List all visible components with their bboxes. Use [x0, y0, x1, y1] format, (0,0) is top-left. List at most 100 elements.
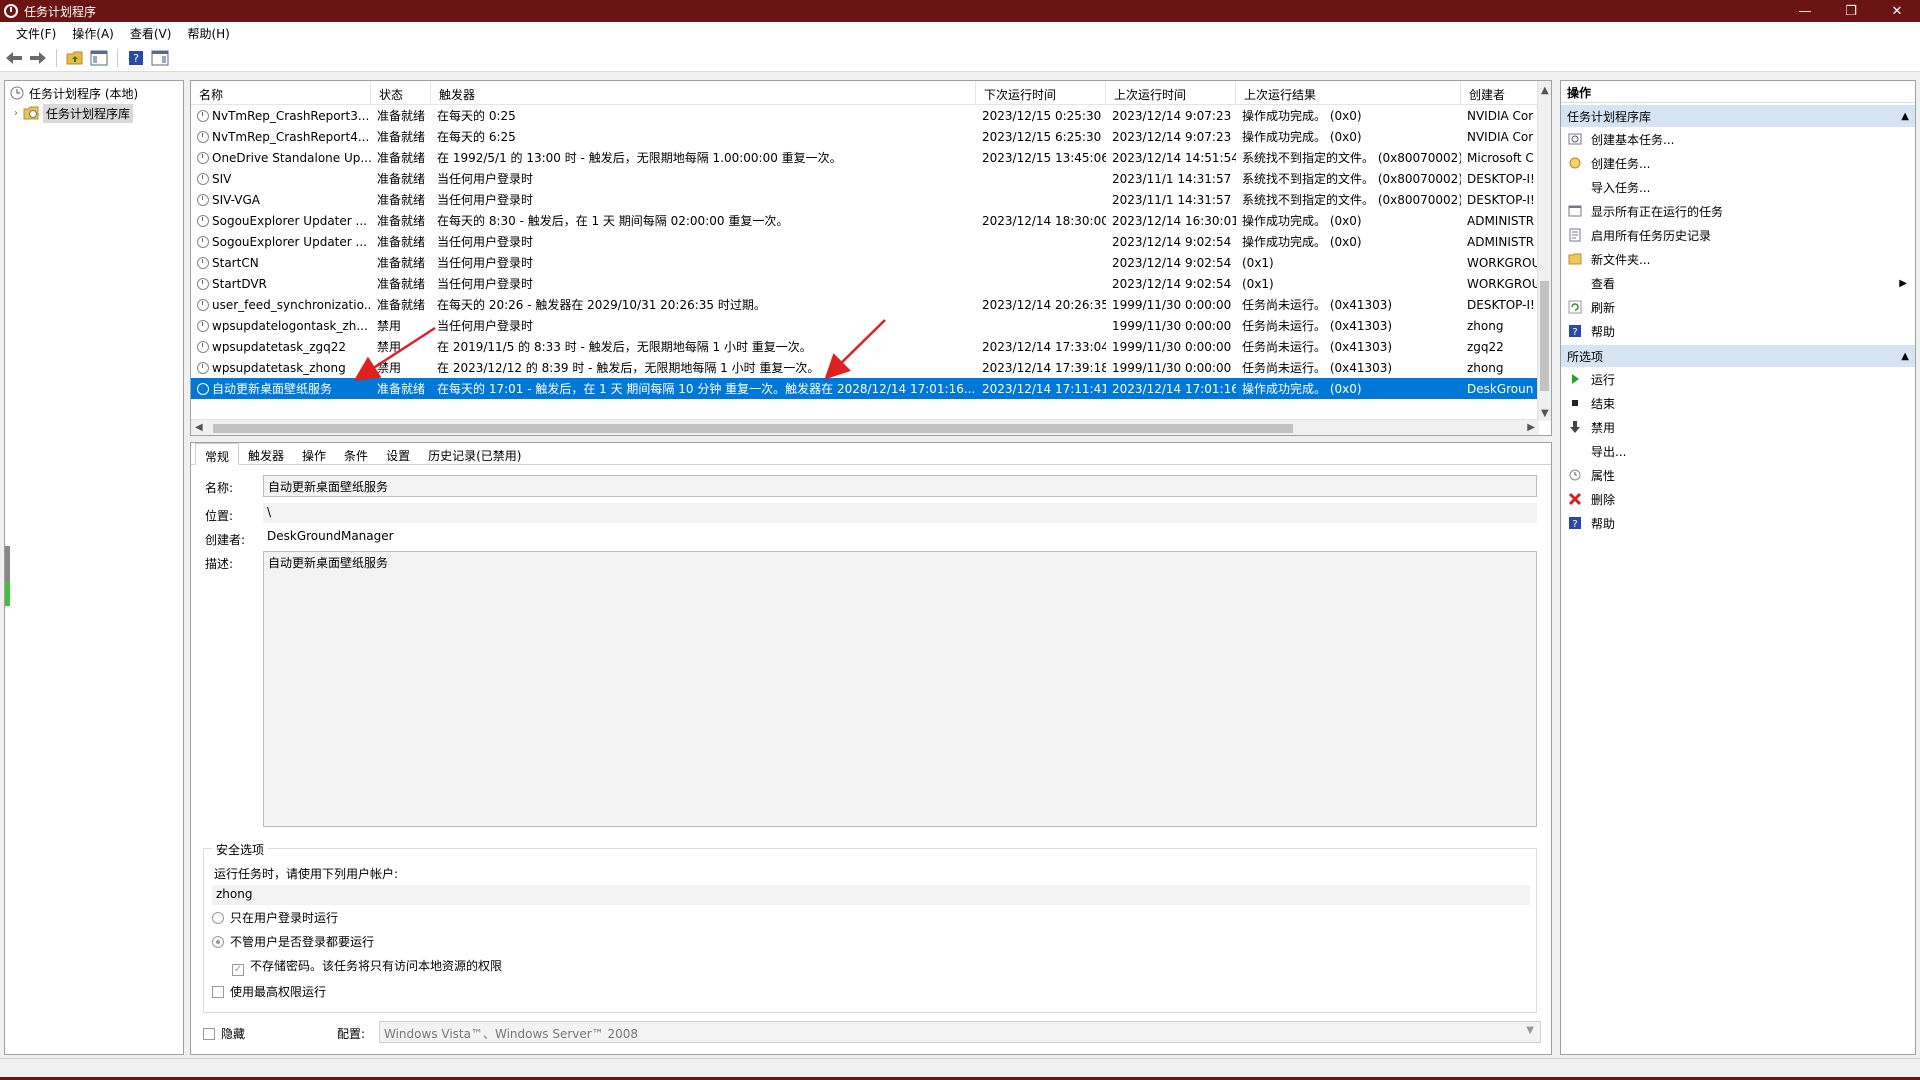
help-icon[interactable]: ? [126, 48, 146, 68]
menu-action[interactable]: 操作(A) [64, 25, 122, 42]
action-section2-5[interactable]: 删除 [1561, 487, 1915, 511]
tab-actions[interactable]: 操作 [293, 443, 335, 464]
option-highest-privileges[interactable]: 使用最高权限运行 [212, 983, 326, 1000]
option-hidden[interactable]: 隐藏 [203, 1025, 245, 1042]
table-row[interactable]: StartDVR 准备就绪 当任何用户登录时 2023/12/14 9:02:54 (0… [191, 273, 1551, 294]
column-header-status[interactable]: 状态 [371, 81, 431, 104]
action-section1-7[interactable]: 刷新 [1561, 295, 1915, 319]
show-hide-action-pane-icon[interactable] [150, 48, 170, 68]
detail-tabs: 常规 触发器 操作 条件 设置 历史记录(已禁用) [191, 443, 1551, 465]
scrollbar-thumb[interactable] [213, 424, 1293, 433]
checkbox-icon[interactable] [212, 986, 224, 998]
disable-icon [1567, 419, 1583, 435]
task-name: wpsupdatelogontask_zh... [212, 318, 368, 333]
collapse-up-icon[interactable]: ▲ [1901, 111, 1909, 122]
action-section1-2[interactable]: 导入任务... [1561, 175, 1915, 199]
action-section1-3[interactable]: 显示所有正在运行的任务 [1561, 199, 1915, 223]
action-section1-0[interactable]: 创建基本任务... [1561, 127, 1915, 151]
cell-result: 任务尚未运行。 (0x41303) [1242, 340, 1393, 354]
action-section2-1[interactable]: 结束 [1561, 391, 1915, 415]
menu-view[interactable]: 查看(V) [122, 25, 180, 42]
horizontal-scrollbar[interactable]: ◀ ▶ [191, 419, 1539, 435]
action-section2-2[interactable]: 禁用 [1561, 415, 1915, 439]
description-field[interactable]: 自动更新桌面壁纸服务 [263, 551, 1537, 827]
scroll-right-icon[interactable]: ▶ [1527, 422, 1535, 433]
table-row[interactable]: wpsupdatelogontask_zh... 禁用 当任何用户登录时 1999/1… [191, 315, 1551, 336]
cell-result: 操作成功完成。 (0x0) [1242, 235, 1362, 249]
column-header-last-result[interactable]: 上次运行结果 [1236, 81, 1461, 104]
table-row[interactable]: SogouExplorer Updater ... 准备就绪 当任何用户登录时 202… [191, 231, 1551, 252]
up-folder-icon[interactable] [65, 48, 85, 68]
tab-triggers[interactable]: 触发器 [239, 443, 293, 464]
forward-arrow-icon[interactable] [28, 48, 48, 68]
tab-history[interactable]: 历史记录(已禁用) [419, 443, 530, 464]
action-section1-4[interactable]: 启用所有任务历史记录 [1561, 223, 1915, 247]
action-section2-4[interactable]: 属性 [1561, 463, 1915, 487]
tab-settings[interactable]: 设置 [377, 443, 419, 464]
table-row[interactable]: NvTmRep_CrashReport4... 准备就绪 在每天的 6:25 2023… [191, 126, 1551, 147]
cell-name: wpsupdatetask_zhong [191, 361, 371, 375]
tab-conditions[interactable]: 条件 [335, 443, 377, 464]
checkbox-icon[interactable] [203, 1028, 215, 1040]
table-row[interactable]: SogouExplorer Updater ... 准备就绪 在每天的 8:30 -… [191, 210, 1551, 231]
cell-last: 2023/12/14 17:01:16 [1112, 381, 1236, 396]
radio-icon[interactable] [212, 912, 224, 924]
scroll-up-icon[interactable]: ▲ [1541, 85, 1549, 96]
restore-button[interactable]: ❐ [1828, 0, 1874, 22]
action-section1-8[interactable]: ? 帮助 [1561, 319, 1915, 343]
table-row[interactable]: OneDrive Standalone Up... 准备就绪在 1992/5/1 … [191, 147, 1551, 168]
table-row[interactable]: SIV 准备就绪 当任何用户登录时 2023/11/1 14:31:57 系统找不到指定… [191, 168, 1551, 189]
scrollbar-thumb[interactable] [1540, 281, 1549, 391]
tree-item-library[interactable]: › 任务计划程序库 [5, 103, 183, 123]
column-header-trigger[interactable]: 触发器 [431, 81, 976, 104]
column-header-next-run[interactable]: 下次运行时间 [976, 81, 1106, 104]
show-hide-console-tree-icon[interactable] [89, 48, 109, 68]
table-row[interactable]: StartCN 准备就绪 当任何用户登录时 2023/12/14 9:02:54 (0x… [191, 252, 1551, 273]
option-run-any[interactable]: 不管用户是否登录都要运行 [212, 933, 374, 950]
close-button[interactable]: ✕ [1874, 0, 1920, 22]
vertical-scrollbar[interactable]: ▲ ▼ [1537, 81, 1551, 421]
action-section1-6[interactable]: 查看 ▶ [1561, 271, 1915, 295]
tab-general[interactable]: 常规 [195, 443, 240, 465]
radio-selected-icon[interactable] [212, 936, 224, 948]
cell-name: OneDrive Standalone Up... [191, 151, 371, 165]
option-no-store-password[interactable]: ✓ 不存储密码。该任务将只有访问本地资源的权限 [232, 957, 502, 976]
name-field[interactable]: 自动更新桌面壁纸服务 [263, 475, 1537, 497]
config-select[interactable]: Windows Vista™、Windows Server™ 2008 ▼ [379, 1021, 1541, 1043]
checkbox-checked-icon[interactable]: ✓ [232, 964, 244, 976]
minimize-button[interactable]: — [1782, 0, 1828, 22]
action-section1-5[interactable]: 新文件夹... [1561, 247, 1915, 271]
table-row[interactable]: wpsupdatetask_zgq22 禁用 在 2019/11/5 的 8:33 … [191, 336, 1551, 357]
table-row[interactable]: wpsupdatetask_zhong 禁用 在 2023/12/12 的 8:39… [191, 357, 1551, 378]
collapse-up-icon[interactable]: ▲ [1901, 351, 1909, 362]
tree-item-root[interactable]: 任务计划程序 (本地) [5, 83, 183, 103]
table-row[interactable]: 自动更新桌面壁纸服务 准备就绪 在每天的 17:01 - 触发后，在 1 天 期间每… [191, 378, 1551, 399]
expand-chevron-icon[interactable]: › [9, 108, 23, 119]
action-section2-0[interactable]: 运行 [1561, 367, 1915, 391]
cell-author: NVIDIA Cor [1467, 129, 1534, 144]
cell-author: zhong [1467, 360, 1504, 375]
column-header-author[interactable]: 创建者 [1461, 81, 1539, 104]
table-row[interactable]: user_feed_synchronizatio... 准备就绪 在每天的 20:2… [191, 294, 1551, 315]
table-row[interactable]: NvTmRep_CrashReport3... 准备就绪 在每天的 0:25 2023… [191, 105, 1551, 126]
action-section2-6[interactable]: ? 帮助 [1561, 511, 1915, 535]
action-section2-3[interactable]: 导出... [1561, 439, 1915, 463]
option-run-logged-on[interactable]: 只在用户登录时运行 [212, 909, 338, 926]
cell-next: 2023/12/14 17:33:04 [982, 339, 1106, 354]
task-name: NvTmRep_CrashReport3... [212, 108, 370, 123]
scroll-left-icon[interactable]: ◀ [195, 422, 203, 433]
task-clock-icon [197, 298, 209, 311]
table-row[interactable]: SIV-VGA 准备就绪 当任何用户登录时 2023/11/1 14:31:57 系统找… [191, 189, 1551, 210]
section-library[interactable]: 任务计划程序库 ▲ [1561, 105, 1915, 127]
action-section1-1[interactable]: 创建任务... [1561, 151, 1915, 175]
back-arrow-icon[interactable] [4, 48, 24, 68]
scroll-down-icon[interactable]: ▼ [1541, 408, 1549, 419]
menu-file[interactable]: 文件(F) [8, 25, 64, 42]
cell-trigger: 当任何用户登录时 [437, 277, 534, 291]
cell-status: 准备就绪 [377, 256, 426, 270]
cell-name: SIV [191, 172, 371, 186]
column-header-last-run[interactable]: 上次运行时间 [1106, 81, 1236, 104]
menu-help[interactable]: 帮助(H) [179, 25, 237, 42]
section-selected-item[interactable]: 所选项 ▲ [1561, 345, 1915, 367]
column-header-name[interactable]: 名称 [191, 81, 371, 104]
